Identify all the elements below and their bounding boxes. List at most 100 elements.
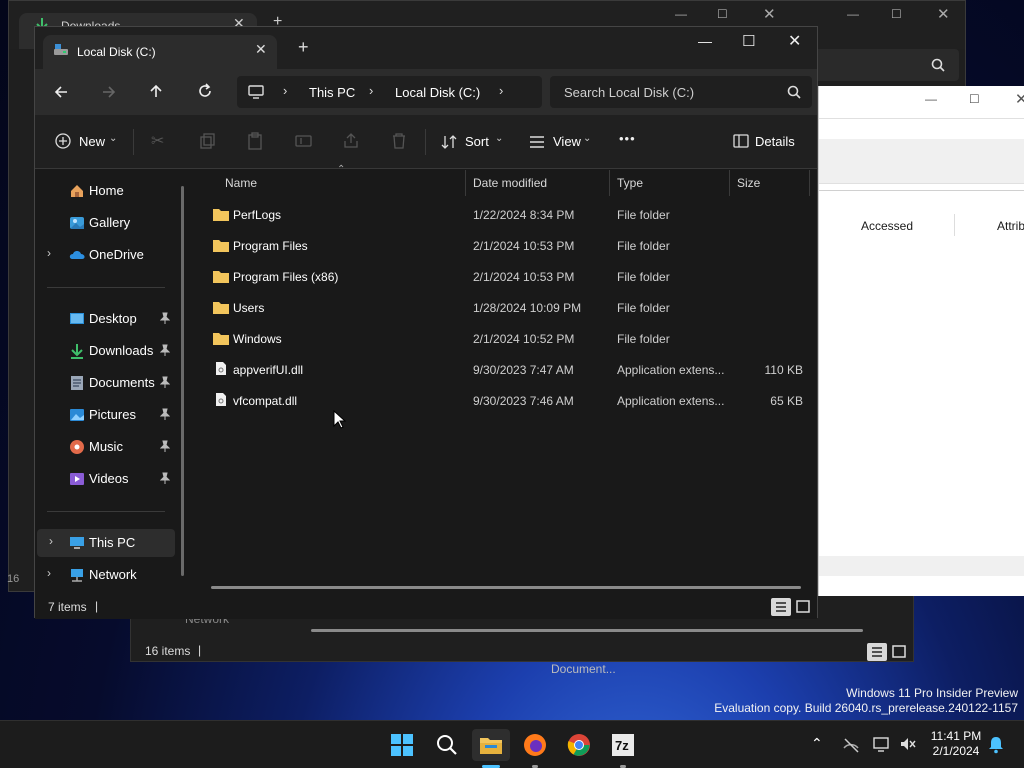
sidebar-label-downloads: Downloads — [89, 343, 154, 358]
downloads-status-count: 16 — [7, 573, 20, 585]
table-row[interactable]: PerfLogs 1/22/2024 8:34 PM File folder — [193, 199, 805, 230]
copy-icon[interactable] — [200, 133, 216, 149]
more-options-icon[interactable]: ••• — [619, 131, 636, 146]
pin-icon[interactable] — [160, 376, 170, 388]
chevron-right-icon[interactable]: › — [47, 566, 51, 580]
sidebar-item-gallery[interactable]: Gallery — [35, 209, 173, 237]
back-arrow-icon[interactable] — [53, 84, 69, 100]
chevron-right-icon[interactable]: › — [49, 534, 53, 548]
forward-arrow-icon[interactable] — [101, 84, 117, 100]
taskbar-firefox[interactable] — [519, 729, 551, 761]
sidebar-scrollbar[interactable] — [181, 186, 184, 576]
sidebar-item-music[interactable]: Music — [35, 433, 173, 461]
show-hidden-icons-chevron[interactable]: ⌃ — [811, 735, 823, 752]
table-row[interactable]: vfcompat.dll 9/30/2023 7:46 AM Applicati… — [193, 385, 805, 416]
new-button[interactable]: New ⌄ — [53, 131, 119, 153]
column-header-attributes[interactable]: Attrib — [997, 219, 1024, 233]
close-icon[interactable]: ✕ — [1015, 90, 1024, 108]
delete-icon[interactable] — [391, 133, 407, 149]
sidebar-item-downloads[interactable]: Downloads — [35, 337, 173, 365]
maximize-icon[interactable]: ☐ — [969, 92, 980, 106]
pin-icon[interactable] — [160, 312, 170, 324]
refresh-icon[interactable] — [197, 83, 213, 99]
table-row[interactable]: appverifUI.dll 9/30/2023 7:47 AM Applica… — [193, 354, 805, 385]
network-status-icon[interactable] — [873, 736, 891, 752]
sidebar-item-home[interactable]: Home — [35, 177, 173, 205]
table-row[interactable]: Windows 2/1/2024 10:52 PM File folder — [193, 323, 805, 354]
details-view-toggle[interactable] — [771, 598, 791, 616]
chevron-right-icon[interactable]: › — [369, 83, 373, 98]
details-view-toggle[interactable] — [867, 643, 887, 661]
sidebar-item-onedrive[interactable]: › OneDrive — [35, 241, 173, 269]
chevron-right-icon[interactable]: › — [499, 83, 503, 98]
taskbar-7zip[interactable]: 7z — [607, 729, 639, 761]
close-icon[interactable]: ✕ — [788, 31, 801, 51]
close-tab-icon[interactable]: ✕ — [255, 41, 267, 58]
table-row[interactable]: Users 1/28/2024 10:09 PM File folder — [193, 292, 805, 323]
tiles-view-toggle[interactable] — [793, 598, 813, 616]
status-item-count: 7 items — [48, 600, 87, 614]
minimize-icon[interactable]: — — [675, 7, 687, 21]
pin-icon[interactable] — [160, 408, 170, 420]
details-pane-button[interactable]: Details — [731, 131, 795, 153]
cut-icon[interactable]: ✂ — [151, 131, 164, 151]
sidebar-item-this-pc[interactable]: › This PC — [37, 529, 175, 557]
taskbar-chrome[interactable] — [563, 729, 595, 761]
sidebar-item-documents[interactable]: Documents — [35, 369, 173, 397]
tab-title: Local Disk (C:) — [77, 45, 156, 59]
horizontal-scrollbar[interactable] — [211, 586, 801, 589]
chevron-right-icon[interactable]: › — [283, 83, 287, 98]
breadcrumb-local-disk[interactable]: Local Disk (C:) — [395, 85, 480, 100]
close-icon[interactable]: ✕ — [763, 5, 776, 23]
pin-icon[interactable] — [160, 472, 170, 484]
column-header-type[interactable]: Type — [617, 170, 643, 196]
file-explorer-window[interactable]: Local Disk (C:) ✕ + — ☐ ✕ › This PC › Lo… — [34, 26, 818, 619]
taskbar-search-button[interactable] — [431, 729, 463, 761]
sidebar-item-pictures[interactable]: Pictures — [35, 401, 173, 429]
maximize-icon[interactable]: ☐ — [891, 7, 902, 21]
sidebar-item-videos[interactable]: Videos — [35, 465, 173, 493]
paste-icon[interactable] — [247, 132, 263, 150]
table-row[interactable]: Program Files (x86) 2/1/2024 10:53 PM Fi… — [193, 261, 805, 292]
taskbar-file-explorer[interactable] — [472, 729, 510, 761]
maximize-icon[interactable]: ☐ — [742, 32, 755, 50]
up-arrow-icon[interactable] — [148, 83, 164, 99]
search-box[interactable]: Search Local Disk (C:) — [550, 76, 812, 108]
sidebar-item-desktop[interactable]: Desktop — [35, 305, 173, 333]
network-offline-icon[interactable] — [842, 736, 860, 754]
pin-icon[interactable] — [160, 440, 170, 452]
start-button[interactable] — [386, 729, 418, 761]
minimize-icon[interactable]: — — [698, 33, 712, 49]
chevron-right-icon[interactable]: › — [47, 246, 51, 260]
file-type: Application extens... — [617, 363, 725, 377]
tiles-view-toggle[interactable] — [889, 643, 909, 661]
pin-icon[interactable] — [160, 344, 170, 356]
breadcrumb-this-pc[interactable]: This PC — [309, 85, 355, 100]
view-button[interactable]: View ⌄ — [527, 131, 597, 153]
column-header-size[interactable]: Size — [737, 170, 760, 196]
address-bar[interactable]: › This PC › Local Disk (C:) › — [237, 76, 542, 108]
light-window-scroll-area[interactable] — [819, 556, 1024, 576]
light-properties-window[interactable]: — ☐ ✕ Accessed Attrib — [818, 86, 1024, 596]
sort-button[interactable]: Sort ⌄ — [439, 131, 507, 153]
maximize-icon[interactable]: ☐ — [717, 7, 728, 21]
column-header-accessed[interactable]: Accessed — [861, 219, 913, 233]
notification-bell-icon[interactable] — [988, 736, 1004, 754]
tab-local-disk[interactable]: Local Disk (C:) ✕ — [43, 35, 277, 69]
sidebar-item-network[interactable]: › Network — [35, 561, 173, 589]
titlebar[interactable]: Local Disk (C:) ✕ + — ☐ ✕ — [35, 27, 817, 69]
minimize-icon[interactable]: — — [847, 7, 859, 21]
clock[interactable]: 11:41 PM 2/1/2024 — [926, 729, 986, 759]
column-header-date[interactable]: Date modified — [473, 170, 547, 196]
volume-muted-icon[interactable] — [899, 736, 917, 752]
table-row[interactable]: Program Files 2/1/2024 10:53 PM File fol… — [193, 230, 805, 261]
rename-icon[interactable] — [295, 133, 313, 149]
minimize-icon[interactable]: — — [925, 92, 937, 106]
details-view-icon — [872, 647, 882, 657]
close-icon[interactable]: ✕ — [937, 5, 950, 23]
column-header-name[interactable]: Name — [225, 170, 257, 196]
share-icon[interactable] — [343, 133, 359, 149]
file-date: 2/1/2024 10:53 PM — [473, 270, 575, 284]
new-tab-icon[interactable]: + — [298, 37, 309, 58]
scrollbar[interactable] — [311, 629, 863, 632]
